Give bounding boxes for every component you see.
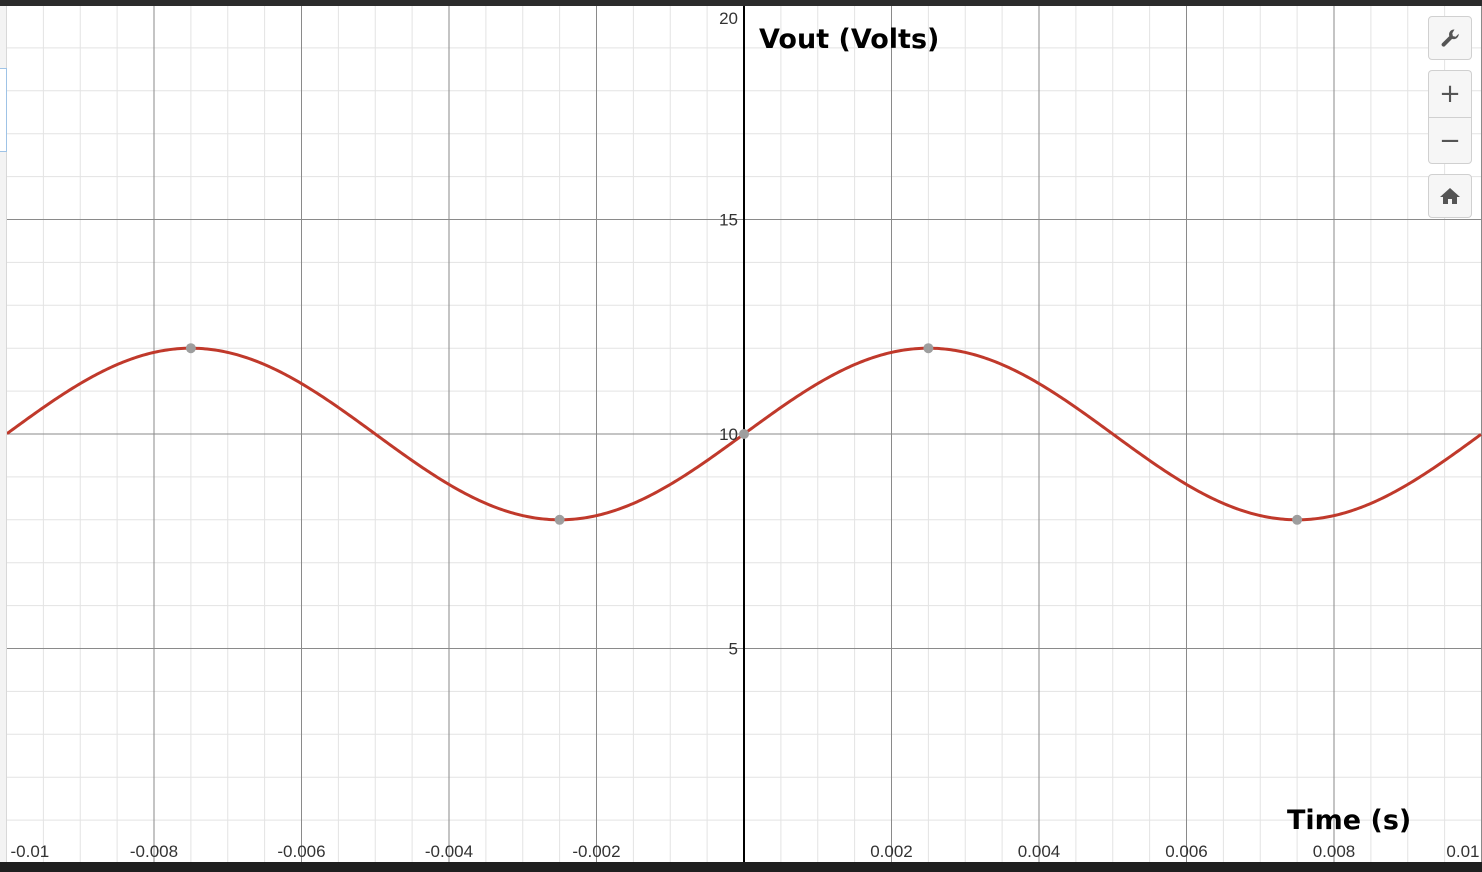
x-tick-label: 0.006: [1165, 842, 1208, 861]
y-tick-label: 10: [719, 425, 738, 444]
graph-canvas[interactable]: -0.01 -0.008 -0.006 -0.004 -0.002 0.002 0.004 0…: [7, 6, 1482, 862]
y-tick-label: 5: [729, 640, 738, 659]
expression-panel-edge: [0, 68, 7, 152]
zoom-in-label: +: [1439, 79, 1461, 109]
x-axis-title: Time (s): [1287, 805, 1411, 836]
curve-point-3[interactable]: [923, 343, 934, 354]
x-tick-label: -0.01: [11, 842, 50, 861]
x-tick-label: 0.002: [870, 842, 913, 861]
x-tick-label: -0.002: [572, 842, 620, 861]
window-bottom-border: [0, 862, 1482, 872]
home-icon: [1439, 186, 1461, 206]
home-button[interactable]: [1428, 174, 1472, 218]
graph-toolbar: + −: [1428, 16, 1472, 218]
x-tick-label: -0.008: [130, 842, 178, 861]
zoom-out-label: −: [1439, 125, 1461, 156]
x-tick-label: -0.006: [277, 842, 325, 861]
y-axis-title: Vout (Volts): [759, 24, 939, 55]
zoom-out-button[interactable]: −: [1428, 117, 1472, 164]
wrench-icon: [1439, 27, 1461, 49]
curve-point-0[interactable]: [185, 343, 196, 354]
sidebar-edge: [0, 6, 7, 862]
x-tick-label: 0.008: [1313, 842, 1356, 861]
curve-point-4[interactable]: [1292, 514, 1303, 525]
curve-point-1[interactable]: [554, 514, 565, 525]
y-tick-label: 20: [719, 9, 738, 28]
x-tick-label: 0.01: [1446, 842, 1479, 861]
curve-point-2[interactable]: [739, 429, 749, 439]
x-tick-label: -0.004: [425, 842, 473, 861]
y-tick-label: 15: [719, 211, 738, 230]
zoom-in-button[interactable]: +: [1428, 70, 1472, 117]
settings-button[interactable]: [1428, 16, 1472, 60]
x-tick-label: 0.004: [1018, 842, 1061, 861]
